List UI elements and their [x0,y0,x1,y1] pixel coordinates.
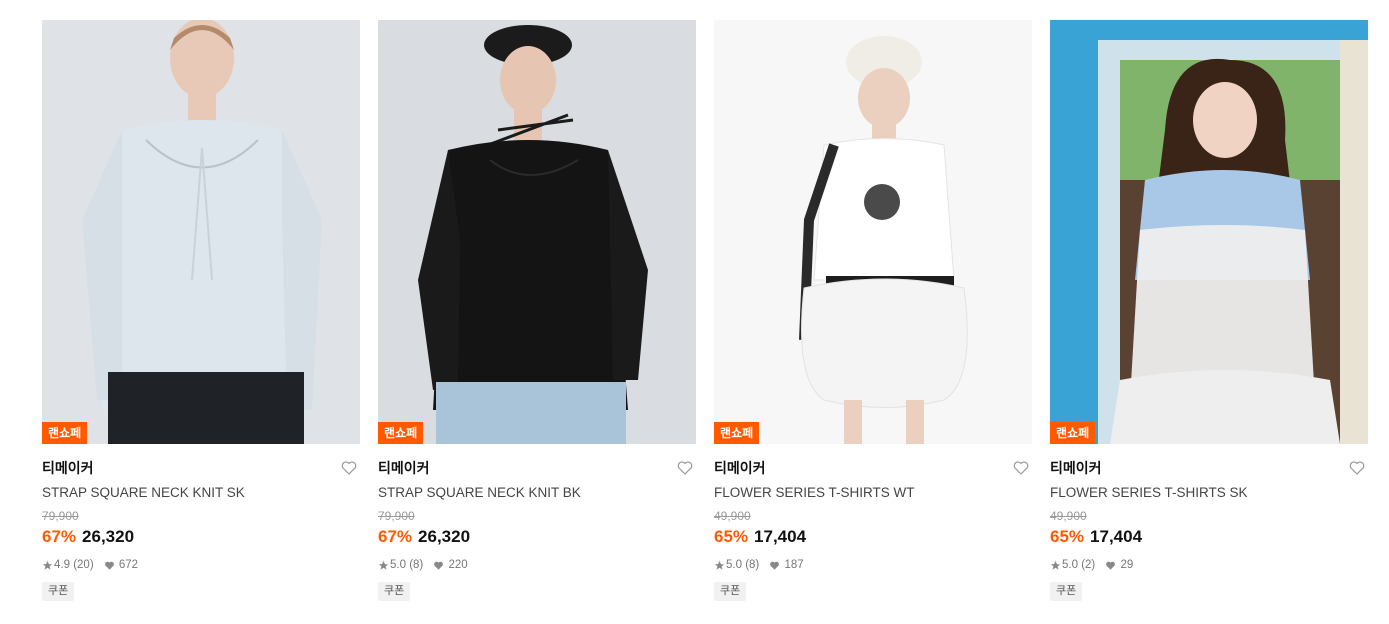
product-grid: 랜쇼페 티메이커 STRAP SQUARE NECK KNIT SK 79,90… [0,0,1389,624]
like-count: 187 [784,559,804,571]
sale-price: 26,320 [82,527,135,546]
product-name[interactable]: STRAP SQUARE NECK KNIT SK [42,483,360,503]
brand-name[interactable]: 티메이커 [378,456,696,480]
like-count: 220 [448,559,468,571]
original-price: 79,900 [378,509,415,523]
star-icon [42,560,53,570]
coupon-tag: 쿠폰 [378,582,411,601]
product-image[interactable]: 랜쇼페 [378,20,696,444]
heart-filled-icon [434,561,444,570]
star-icon [1050,560,1061,570]
coupon-tag: 쿠폰 [42,582,75,601]
heart-outline-icon[interactable] [340,459,358,477]
discount-rate: 65% [1050,527,1085,546]
product-image[interactable]: 랜쇼페 [714,20,1032,444]
original-price: 79,900 [42,509,79,523]
discount-rate: 67% [378,527,413,546]
rating: 5.0 [390,559,406,571]
heart-filled-icon [104,561,114,570]
heart-filled-icon [770,561,780,570]
sale-price: 26,320 [418,527,471,546]
original-price: 49,900 [714,509,751,523]
rating: 4.9 [54,559,70,571]
promo-badge: 랜쇼페 [378,422,424,444]
promo-badge: 랜쇼페 [42,422,88,444]
discount-rate: 67% [42,527,77,546]
review-count: (2) [1081,559,1096,571]
heart-outline-icon[interactable] [676,459,694,477]
coupon-tag: 쿠폰 [1050,582,1083,601]
sale-price: 17,404 [1090,527,1143,546]
product-card[interactable]: 랜쇼페 티메이커 STRAP SQUARE NECK KNIT SK 79,90… [42,20,360,601]
product-image[interactable]: 랜쇼페 [1050,20,1368,444]
review-count: (8) [745,559,760,571]
product-name[interactable]: FLOWER SERIES T-SHIRTS WT [714,483,1032,503]
coupon-tag: 쿠폰 [714,582,747,601]
promo-badge: 랜쇼페 [1050,422,1096,444]
star-icon [714,560,725,570]
sale-price: 17,404 [754,527,807,546]
star-icon [378,560,389,570]
original-price: 49,900 [1050,509,1087,523]
review-count: (8) [409,559,424,571]
brand-name[interactable]: 티메이커 [714,456,1032,480]
heart-outline-icon[interactable] [1012,459,1030,477]
product-card[interactable]: 랜쇼페 티메이커 FLOWER SERIES T-SHIRTS SK 49,90… [1050,20,1368,601]
product-name[interactable]: STRAP SQUARE NECK KNIT BK [378,483,696,503]
review-count: (20) [73,559,94,571]
rating: 5.0 [726,559,742,571]
brand-name[interactable]: 티메이커 [42,456,360,480]
brand-name[interactable]: 티메이커 [1050,456,1368,480]
like-count: 672 [118,559,139,571]
product-card[interactable]: 랜쇼페 티메이커 FLOWER SERIES T-SHIRTS WT 49,90… [714,20,1032,601]
product-name[interactable]: FLOWER SERIES T-SHIRTS SK [1050,483,1368,503]
promo-badge: 랜쇼페 [714,422,760,444]
product-card[interactable]: 랜쇼페 티메이커 STRAP SQUARE NECK KNIT BK 79,90… [378,20,696,601]
like-count: 29 [1120,559,1134,571]
product-image[interactable]: 랜쇼페 [42,20,360,444]
rating: 5.0 [1062,559,1078,571]
heart-outline-icon[interactable] [1348,459,1366,477]
discount-rate: 65% [714,527,749,546]
heart-filled-icon [1106,561,1116,570]
